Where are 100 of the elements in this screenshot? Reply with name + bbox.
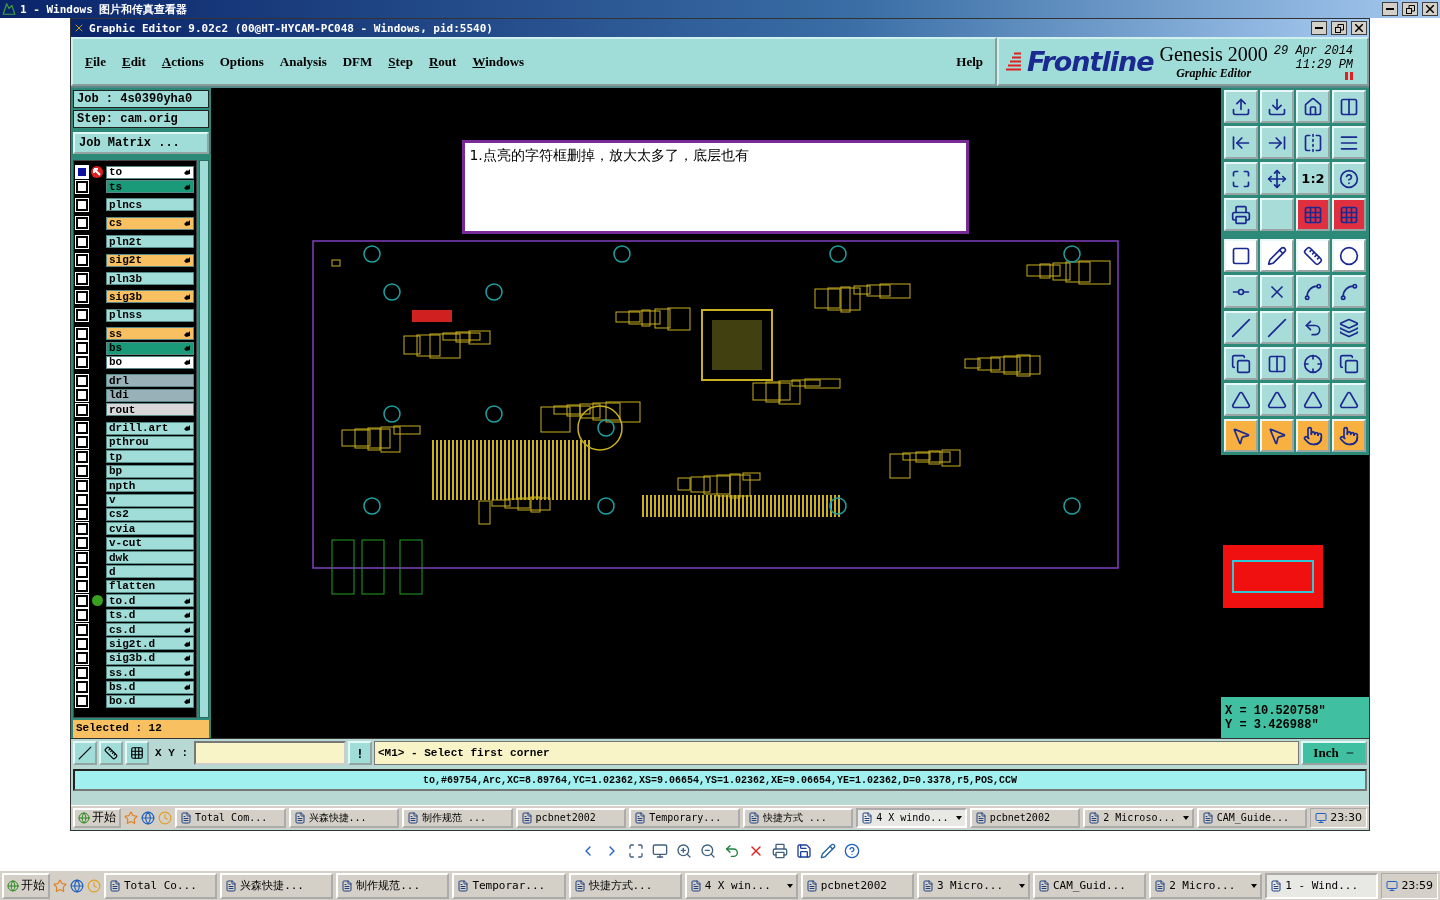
layer-item[interactable]: cvia	[106, 522, 194, 536]
layer-item[interactable]: plnss	[106, 308, 194, 322]
layer-checkbox[interactable]	[76, 652, 88, 665]
tool-button[interactable]	[1224, 198, 1258, 231]
exclamation-button[interactable]: !	[348, 741, 372, 765]
layer-item[interactable]: flatten	[106, 579, 194, 593]
minimize-button[interactable]	[1311, 21, 1327, 35]
layer-checkbox[interactable]	[76, 565, 88, 578]
taskbar-item[interactable]: 3 Micro...	[916, 872, 1030, 899]
browser-icon[interactable]	[70, 878, 84, 893]
layer-checkbox[interactable]	[76, 374, 88, 387]
layer-checkbox[interactable]	[76, 637, 88, 650]
taskbar-item[interactable]: 快捷方式...	[568, 872, 682, 899]
tool-button[interactable]	[1224, 419, 1258, 452]
layer-checkbox[interactable]	[76, 327, 88, 340]
layer-checkbox[interactable]	[76, 217, 88, 230]
zoom-out-icon[interactable]	[700, 842, 716, 859]
taskbar-item[interactable]: Total Co...	[104, 872, 218, 899]
tool-button[interactable]	[1296, 275, 1330, 308]
tool-button[interactable]	[1224, 383, 1258, 416]
menu-item[interactable]: DFM	[342, 53, 373, 70]
layer-checkbox[interactable]	[76, 436, 88, 449]
layer-item[interactable]: to.d	[106, 594, 194, 608]
rotate-left-icon[interactable]	[724, 842, 740, 859]
start-button[interactable]: 开始	[73, 807, 121, 828]
help-icon[interactable]	[844, 842, 860, 859]
taskbar-item[interactable]: pcbnet2002	[969, 807, 1081, 828]
tool-button[interactable]	[1260, 239, 1294, 272]
layer-checkbox[interactable]	[76, 666, 88, 679]
tool-button[interactable]	[1296, 198, 1330, 231]
tool-button[interactable]	[1332, 90, 1366, 123]
scrollbar[interactable]	[198, 160, 209, 718]
layer-checkbox[interactable]	[76, 342, 88, 355]
menu-item[interactable]: Analysis	[279, 53, 327, 70]
tool-button[interactable]	[1332, 311, 1366, 344]
tool-button[interactable]	[1296, 347, 1330, 380]
layer-item[interactable]: d	[106, 565, 194, 579]
layer-checkbox[interactable]	[76, 403, 88, 416]
taskbar-item[interactable]: pcbnet2002	[800, 872, 914, 899]
taskbar-item[interactable]: Temporar...	[452, 872, 566, 899]
tool-button[interactable]	[1332, 239, 1366, 272]
tool-button[interactable]	[1296, 126, 1330, 159]
layer-checkbox[interactable]	[76, 389, 88, 402]
layer-item[interactable]: bo	[106, 356, 194, 369]
tray-icon[interactable]	[1315, 811, 1328, 824]
start-button[interactable]: 开始	[2, 872, 50, 899]
layer-checkbox[interactable]	[76, 580, 88, 593]
layer-item[interactable]: dwk	[106, 551, 194, 565]
layer-item[interactable]: to	[106, 165, 194, 179]
layer-checkbox[interactable]	[76, 551, 88, 564]
layer-item[interactable]: ts.d	[106, 608, 194, 622]
tool-button[interactable]	[1332, 419, 1366, 452]
xy-input-field[interactable]	[194, 741, 346, 765]
layer-item[interactable]: sig3b	[106, 290, 194, 304]
taskbar-item[interactable]: 1 - Wind...	[1265, 872, 1379, 899]
tool-button[interactable]: 1:2	[1296, 162, 1330, 195]
layer-checkbox[interactable]	[76, 465, 88, 478]
tool-button[interactable]	[99, 741, 123, 765]
tool-button[interactable]	[1260, 383, 1294, 416]
layer-item[interactable]: rout	[106, 403, 194, 417]
layer-item[interactable]: cs.d	[106, 623, 194, 636]
taskbar-item[interactable]: 制作规范 ...	[402, 807, 513, 828]
layer-item[interactable]: drl	[106, 374, 194, 388]
menu-item[interactable]: Edit	[121, 53, 146, 70]
taskbar-item[interactable]: 2 Microso...	[1083, 807, 1194, 828]
tool-button[interactable]	[125, 741, 149, 765]
tool-button[interactable]	[1224, 239, 1258, 272]
taskbar-item[interactable]: 兴森快捷...	[220, 872, 334, 899]
layer-checkbox[interactable]	[76, 422, 88, 435]
close-button[interactable]	[1422, 2, 1438, 16]
layer-checkbox[interactable]	[76, 479, 88, 492]
layer-item[interactable]: pln2t	[106, 235, 194, 249]
layer-item[interactable]: ldi	[106, 388, 194, 402]
tool-button[interactable]	[1224, 126, 1258, 159]
units-dropdown[interactable]: Inch	[1301, 741, 1367, 765]
tool-button[interactable]	[1224, 275, 1258, 308]
taskbar-item[interactable]: pcbnet2002	[515, 807, 627, 828]
tool-button[interactable]	[1296, 383, 1330, 416]
tool-button[interactable]	[1296, 419, 1330, 452]
menu-item[interactable]: Options	[219, 53, 264, 70]
layer-checkbox[interactable]	[76, 681, 88, 694]
layer-item[interactable]: v	[106, 493, 194, 507]
layer-item[interactable]: tp	[106, 450, 194, 464]
layer-checkbox[interactable]	[76, 254, 88, 267]
layer-item[interactable]: drill.art	[106, 421, 194, 435]
tool-button[interactable]	[1260, 162, 1294, 195]
save-icon[interactable]	[796, 842, 812, 859]
layer-item[interactable]: ss	[106, 327, 194, 341]
fit-screen-icon[interactable]	[628, 842, 644, 859]
menu-item[interactable]: Windows	[472, 53, 525, 70]
layer-item[interactable]: bs.d	[106, 680, 194, 694]
layer-item[interactable]: bs	[106, 341, 194, 355]
layer-checkbox[interactable]	[76, 609, 88, 622]
layer-item[interactable]: sig3b.d	[106, 651, 194, 665]
taskbar-item[interactable]: 快捷方式 ...	[742, 807, 854, 828]
layer-checkbox[interactable]	[76, 450, 88, 463]
tool-button[interactable]	[1260, 90, 1294, 123]
layer-checkbox[interactable]	[76, 695, 88, 708]
close-button[interactable]	[1351, 21, 1367, 35]
layer-item[interactable]: bp	[106, 464, 194, 478]
